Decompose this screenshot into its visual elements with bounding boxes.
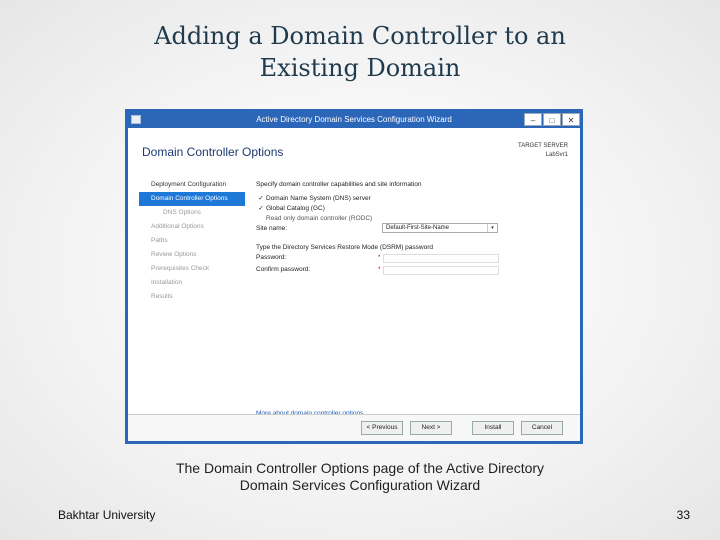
wizard-client-area: Domain Controller Options TARGET SERVER … (128, 128, 580, 441)
nav-item-installation: Installation (151, 279, 183, 286)
cancel-button[interactable]: Cancel (521, 421, 563, 435)
window-title: Active Directory Domain Services Configu… (256, 115, 452, 124)
global-catalog-label: Global Catalog (GC) (266, 205, 325, 212)
nav-item-results: Results (151, 293, 173, 300)
confirm-password-required-marker: * (378, 266, 381, 273)
previous-button[interactable]: < Previous (361, 421, 403, 435)
global-catalog-checkbox[interactable]: ✓ (256, 204, 266, 214)
confirm-password-row: Confirm password: * (256, 265, 574, 277)
target-server-value: LabSvr1 (545, 152, 568, 158)
install-button[interactable]: Install (472, 421, 514, 435)
wizard-button-bar: < Previous Next > Install Cancel (128, 414, 580, 441)
site-name-select[interactable]: Default-First-Site-Name ▾ (382, 223, 498, 233)
site-name-row: Site name: Default-First-Site-Name ▾ (256, 223, 574, 234)
target-server: TARGET SERVER LabSvr1 (518, 142, 568, 160)
capabilities-intro: Specify domain controller capabilities a… (256, 181, 422, 188)
target-server-label: TARGET SERVER (517, 143, 568, 149)
password-row: Password: * (256, 253, 574, 265)
global-catalog-option[interactable]: ✓ Global Catalog (GC) (256, 204, 574, 214)
caption-line-1: The Domain Controller Options page of th… (175, 460, 545, 476)
password-required-marker: * (378, 254, 381, 261)
site-name-label: Site name: (256, 225, 288, 232)
slide-title: Adding a Domain Controller to an Existin… (0, 20, 720, 84)
dns-server-option[interactable]: ✓ Domain Name System (DNS) server (256, 194, 574, 204)
next-button[interactable]: Next > (410, 421, 452, 435)
caption-line-2: Domain Services Configuration Wizard (239, 477, 481, 493)
slide-caption: The Domain Controller Options page of th… (0, 460, 720, 494)
footer-institution: Bakhtar University (58, 508, 156, 522)
wizard-window: Active Directory Domain Services Configu… (125, 109, 583, 444)
nav-item-paths: Paths (151, 237, 168, 244)
rodc-label: Read only domain controller (RODC) (266, 215, 373, 222)
dsrm-prompt: Type the Directory Services Restore Mode… (256, 244, 434, 251)
slide-title-line-2: Existing Domain (259, 54, 461, 82)
dns-server-checkbox[interactable]: ✓ (256, 194, 266, 204)
password-label: Password: (256, 254, 287, 261)
options-panel: Specify domain controller capabilities a… (256, 180, 574, 277)
chevron-down-icon[interactable]: ▾ (487, 224, 497, 232)
slide-title-line-1: Adding a Domain Controller to an (154, 22, 566, 50)
confirm-password-label: Confirm password: (256, 266, 311, 273)
nav-item-domain-controller-options[interactable]: Domain Controller Options (139, 192, 245, 206)
confirm-password-field[interactable] (383, 266, 499, 275)
page-heading: Domain Controller Options (142, 145, 284, 159)
close-button[interactable]: ✕ (562, 113, 580, 126)
wizard-nav: Deployment Configuration Domain Controll… (139, 178, 245, 304)
page-number: 33 (676, 508, 690, 522)
nav-item-additional-options: Additional Options (151, 223, 204, 230)
nav-item-dns-options: DNS Options (163, 209, 201, 216)
nav-item-deployment-configuration[interactable]: Deployment Configuration (139, 178, 245, 192)
nav-item-review-options: Review Options (151, 251, 197, 258)
minimize-button[interactable]: – (524, 113, 542, 126)
dns-server-label: Domain Name System (DNS) server (266, 195, 371, 202)
window-titlebar[interactable]: Active Directory Domain Services Configu… (128, 112, 580, 128)
nav-item-prerequisites-check: Prerequisites Check (151, 265, 210, 272)
password-field[interactable] (383, 254, 499, 263)
site-name-value: Default-First-Site-Name (386, 225, 450, 231)
maximize-button[interactable]: □ (543, 113, 561, 126)
